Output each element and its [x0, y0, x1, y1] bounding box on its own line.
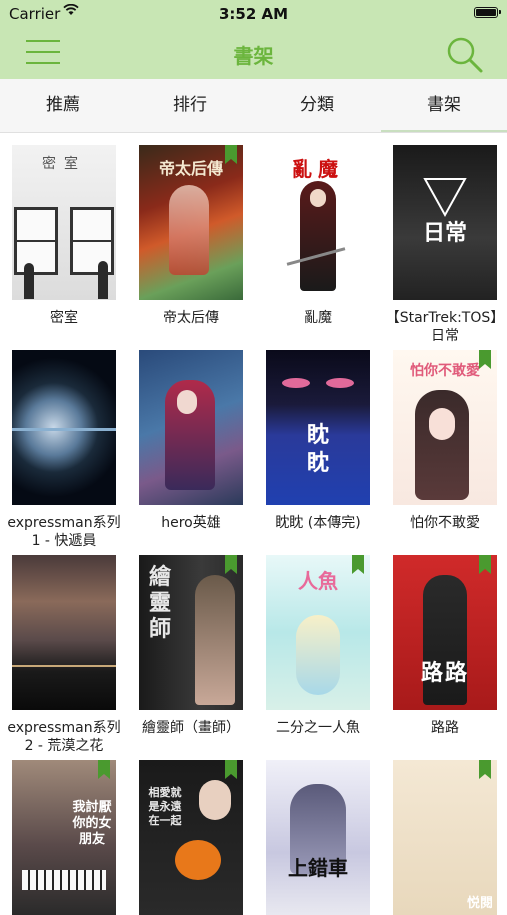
book-title: 繪靈師（畫師）	[142, 720, 240, 736]
clock: 3:52 AM	[218, 5, 289, 23]
book-cover: 我討厭你的女朋友	[12, 760, 116, 915]
tab-bookshelf[interactable]: 書架	[381, 79, 507, 131]
cover-title: 眈眈	[306, 423, 329, 476]
cover-title: 密室	[42, 156, 86, 172]
book-title: 怕你不敢愛	[410, 515, 480, 531]
book-title: 二分之一人魚	[276, 720, 360, 736]
page-title: 書架	[233, 44, 274, 68]
book-title: 密室	[50, 310, 78, 326]
book-title: expressman系列2 - 荒漠之花	[7, 720, 121, 754]
book-title: 路路	[431, 720, 459, 736]
cover-title: 上錯車	[288, 856, 348, 880]
tab-recommend[interactable]: 推薦	[0, 79, 126, 131]
bookmark-icon	[479, 350, 491, 369]
book-cover: 路路	[393, 555, 497, 710]
book-cover: 繪靈師	[139, 555, 243, 710]
book-cover	[12, 555, 116, 710]
book-title: 帝太后傳	[163, 310, 219, 326]
cover-title: 相愛就是永遠在一起	[148, 786, 182, 827]
book-cover	[139, 350, 243, 505]
book-title: 亂魔	[304, 310, 332, 326]
book-cover: 人魚	[266, 555, 370, 710]
battery-icon	[474, 7, 501, 18]
book-cover: 亂魔	[266, 145, 370, 300]
navigation-header: Carrier 3:52 AM 書架	[0, 0, 507, 79]
bookmark-icon	[225, 555, 237, 574]
book-cover: 怕你不敢愛	[393, 350, 497, 505]
tab-category[interactable]: 分類	[254, 79, 380, 131]
book-title: hero英雄	[161, 515, 221, 531]
book-cover: 上錯車	[266, 760, 370, 915]
book-cover	[12, 350, 116, 505]
search-icon[interactable]	[444, 34, 484, 74]
book-cover: 日常	[393, 145, 497, 300]
cover-title: 路路	[420, 661, 469, 686]
cover-title: 我討厭你的女朋友	[72, 800, 112, 847]
book-cover: 悦閱	[393, 760, 497, 915]
book-title: 【StarTrek:TOS】日常	[385, 310, 505, 344]
tab-ranking[interactable]: 排行	[127, 79, 253, 131]
bookmark-icon	[225, 145, 237, 164]
cover-title: 悦閱	[466, 896, 493, 911]
book-cover: 帝太后傳	[139, 145, 243, 300]
bookmark-icon	[225, 760, 237, 779]
bookmark-icon	[98, 760, 110, 779]
book-cover: 眈眈	[266, 350, 370, 505]
book-cover: 相愛就是永遠在一起	[139, 760, 243, 915]
bookshelf-grid: 密室 密室 帝太后傳 帝太后傳 亂魔 亂魔 日常 【StarTrek:TOS】日…	[0, 132, 507, 915]
bookmark-icon	[479, 555, 491, 574]
cover-title: 日常	[422, 221, 467, 246]
status-bar: Carrier 3:52 AM	[0, 0, 507, 27]
book-cover: 密室	[12, 145, 116, 300]
cover-title: 繪靈師	[148, 565, 171, 642]
book-title: expressman系列1 - 快遞員	[7, 515, 121, 549]
bookmark-icon	[352, 555, 364, 574]
bookmark-icon	[479, 760, 491, 779]
cover-title: 亂魔	[292, 157, 344, 181]
book-title: 眈眈 (本傳完)	[275, 515, 361, 531]
tab-bar: 推薦 排行 分類 書架	[0, 79, 507, 133]
